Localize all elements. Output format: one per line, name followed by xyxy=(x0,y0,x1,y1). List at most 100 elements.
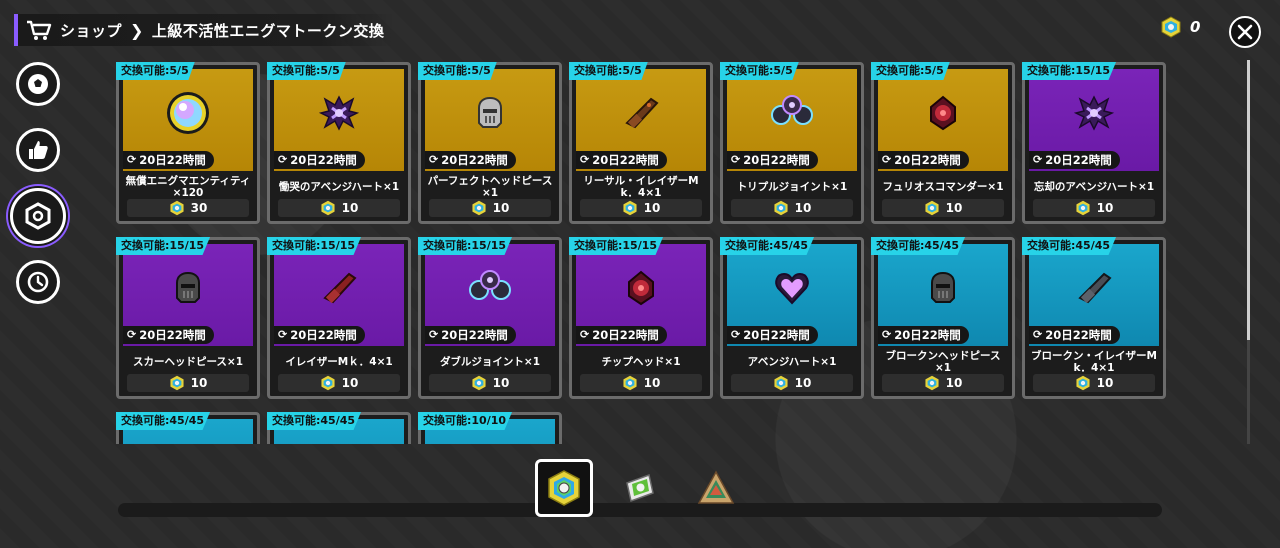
sidebar-token-button[interactable] xyxy=(10,188,66,244)
enigma-token-icon xyxy=(321,200,335,216)
item-card[interactable]: 交換可能:5/5 ⟳ 20日22時間 リーサル・イレイザーM k．4×1 10 xyxy=(569,62,713,224)
item-card[interactable]: 交換可能:45/45 ⟳ 20日22時間 ブロークンヘッドピース ×1 10 xyxy=(871,237,1015,399)
timer-text: 20日22時間 xyxy=(441,153,508,167)
chevron-right-icon: ❯ xyxy=(130,20,144,40)
price-value: 10 xyxy=(492,376,510,390)
item-art-icon xyxy=(769,93,815,137)
item-art-icon xyxy=(319,268,359,312)
price-tag: 10 xyxy=(882,374,1004,392)
enigma-token-icon xyxy=(1161,16,1181,38)
timer-text: 20日22時間 xyxy=(1045,153,1112,167)
refresh-icon: ⟳ xyxy=(731,153,741,166)
item-art-icon xyxy=(165,90,211,140)
item-art-icon xyxy=(923,93,963,137)
cart-icon xyxy=(27,20,52,40)
exchange-limit-badge: 交換可能:15/15 xyxy=(1022,62,1117,80)
exchange-limit-badge: 交換可能:5/5 xyxy=(720,62,799,80)
item-card[interactable]: 交換可能:5/5 ⟳ 20日22時間 無償エニグマエンティティ ×120 30 xyxy=(116,62,260,224)
price-tag: 10 xyxy=(580,374,702,392)
price-value: 30 xyxy=(190,201,208,215)
item-art-icon xyxy=(1073,93,1115,137)
item-card[interactable]: 交換可能:5/5 ⟳ 20日22時間 パーフェクトヘッドピース ×1 10 xyxy=(418,62,562,224)
price-tag: 10 xyxy=(1033,199,1155,217)
thumbs-up-icon xyxy=(29,141,48,159)
tab-triangle-token[interactable] xyxy=(687,459,745,517)
price-value: 10 xyxy=(945,376,963,390)
item-card[interactable]: 交換可能:15/15 ⟳ 20日22時間 ダブルジョイント×1 10 xyxy=(418,237,562,399)
refresh-icon: ⟳ xyxy=(429,328,439,341)
refresh-icon: ⟳ xyxy=(731,328,741,341)
item-card[interactable]: 交換可能:10/10 xyxy=(418,412,562,444)
timer-badge: ⟳ 20日22時間 xyxy=(123,151,214,169)
exchange-limit-badge: 交換可能:5/5 xyxy=(871,62,950,80)
item-card[interactable]: 交換可能:5/5 ⟳ 20日22時間 フュリオスコマンダー×1 10 xyxy=(871,62,1015,224)
scrollbar[interactable] xyxy=(1247,60,1250,444)
price-tag: 10 xyxy=(580,199,702,217)
item-card[interactable]: 交換可能:15/15 ⟳ 20日22時間 忘却のアベンジハート×1 10 xyxy=(1022,62,1166,224)
price-tag: 10 xyxy=(429,374,551,392)
exchange-limit-badge: 交換可能:5/5 xyxy=(116,62,195,80)
refresh-icon: ⟳ xyxy=(1033,328,1043,341)
refresh-icon: ⟳ xyxy=(127,153,137,166)
timer-text: 20日22時間 xyxy=(592,328,659,342)
close-button[interactable] xyxy=(1229,16,1261,48)
item-card[interactable]: 交換可能:15/15 ⟳ 20日22時間 スカーヘッドピース×1 10 xyxy=(116,237,260,399)
tab-enigma-token[interactable] xyxy=(535,459,593,517)
item-card[interactable]: 交換可能:5/5 ⟳ 20日22時間 トリプルジョイント×1 10 xyxy=(720,62,864,224)
enigma-token-icon xyxy=(170,200,184,216)
price-value: 10 xyxy=(341,201,359,215)
page-title: 上級不活性エニグマトークン交換 xyxy=(151,21,385,40)
item-art-icon xyxy=(318,93,360,137)
item-card[interactable]: 交換可能:15/15 ⟳ 20日22時間 イレイザーMｋ．4×1 10 xyxy=(267,237,411,399)
enigma-token-icon xyxy=(1076,200,1090,216)
timer-badge: ⟳ 20日22時間 xyxy=(727,151,818,169)
sidebar-like-button[interactable] xyxy=(16,128,60,172)
item-card[interactable]: 交換可能:45/45 xyxy=(267,412,411,444)
timer-badge: ⟳ 20日22時間 xyxy=(1029,151,1120,169)
item-card[interactable]: 交換可能:15/15 ⟳ 20日22時間 チップヘッド×1 10 xyxy=(569,237,713,399)
breadcrumb-shop[interactable]: ショップ xyxy=(60,20,122,41)
refresh-icon: ⟳ xyxy=(580,328,590,341)
enigma-token-icon xyxy=(623,200,637,216)
price-tag: 10 xyxy=(278,199,400,217)
timer-badge: ⟳ 20日22時間 xyxy=(576,151,667,169)
price-tag: 10 xyxy=(1033,374,1155,392)
exchange-limit-badge: 交換可能:45/45 xyxy=(267,412,362,430)
item-grid[interactable]: 交換可能:5/5 ⟳ 20日22時間 無償エニグマエンティティ ×120 30 交換可能:… xyxy=(114,60,1244,444)
timer-text: 20日22時間 xyxy=(743,328,810,342)
price-tag: 10 xyxy=(278,374,400,392)
price-value: 10 xyxy=(190,376,208,390)
item-art-icon xyxy=(621,268,661,312)
clock-icon xyxy=(27,271,49,293)
exchange-limit-badge: 交換可能:45/45 xyxy=(1022,237,1117,255)
price-tag: 30 xyxy=(127,199,249,217)
timer-badge: ⟳ 20日22時間 xyxy=(576,326,667,344)
enigma-token-icon xyxy=(623,375,637,391)
timer-badge: ⟳ 20日22時間 xyxy=(878,326,969,344)
timer-badge: ⟳ 20日22時間 xyxy=(123,326,214,344)
sidebar-clock-button[interactable] xyxy=(16,260,60,304)
breadcrumb: ショップ ❯ 上級不活性エニグマトークン交換 xyxy=(14,14,394,46)
item-card[interactable]: 交換可能:45/45 ⟳ 20日22時間 アベンジハート×1 10 xyxy=(720,237,864,399)
enigma-token-icon xyxy=(170,375,184,391)
price-value: 10 xyxy=(794,376,812,390)
item-card[interactable]: 交換可能:45/45 xyxy=(116,412,260,444)
tab-green-token[interactable] xyxy=(611,459,669,517)
enigma-token-icon xyxy=(925,200,939,216)
item-card[interactable]: 交換可能:45/45 ⟳ 20日22時間 ブロークン・イレイザーM k．4×1 10 xyxy=(1022,237,1166,399)
refresh-icon: ⟳ xyxy=(882,153,892,166)
sidebar-ball-button[interactable] xyxy=(16,62,60,106)
item-card[interactable]: 交換可能:5/5 ⟳ 20日22時間 慟哭のアベンジハート×1 10 xyxy=(267,62,411,224)
item-art-icon xyxy=(621,93,661,137)
exchange-limit-badge: 交換可能:15/15 xyxy=(116,237,211,255)
exchange-limit-badge: 交換可能:45/45 xyxy=(871,237,966,255)
timer-text: 20日22時間 xyxy=(441,328,508,342)
timer-text: 20日22時間 xyxy=(592,153,659,167)
exchange-limit-badge: 交換可能:45/45 xyxy=(720,237,815,255)
scrollbar-thumb[interactable] xyxy=(1247,60,1250,340)
price-tag: 10 xyxy=(731,199,853,217)
price-value: 10 xyxy=(643,201,661,215)
refresh-icon: ⟳ xyxy=(580,153,590,166)
item-art-icon xyxy=(168,268,208,312)
refresh-icon: ⟳ xyxy=(429,153,439,166)
